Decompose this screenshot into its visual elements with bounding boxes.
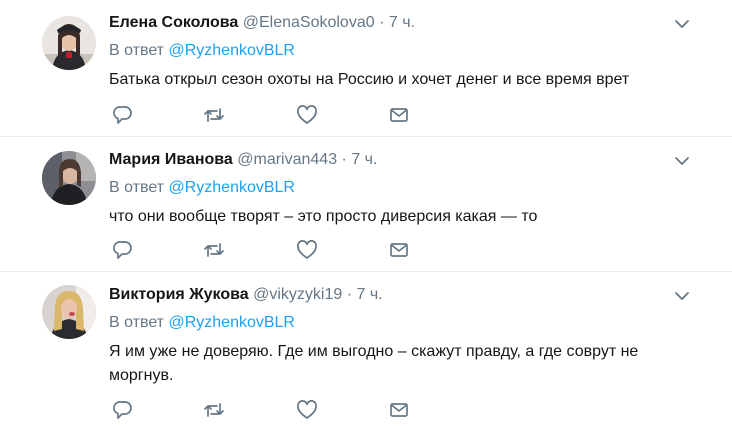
tweet-actions	[109, 239, 429, 261]
retweet-icon[interactable]	[203, 104, 225, 126]
tweet-header: Елена Соколова @ElenaSokolova0 · 7 ч.	[109, 12, 415, 34]
timestamp[interactable]: 7 ч.	[356, 286, 382, 303]
retweet-icon[interactable]	[203, 239, 225, 261]
tweet-actions	[109, 104, 429, 126]
display-name[interactable]: Мария Иванова	[109, 151, 233, 168]
user-handle[interactable]: @vikyzyki19	[253, 286, 342, 303]
chevron-down-icon[interactable]	[674, 153, 690, 169]
heart-icon[interactable]	[296, 399, 318, 421]
reply-icon[interactable]	[111, 239, 133, 261]
reply-prefix: В ответ	[109, 179, 165, 196]
avatar[interactable]	[42, 16, 96, 70]
chevron-down-icon[interactable]	[674, 288, 690, 304]
user-handle[interactable]: @ElenaSokolova0	[243, 14, 375, 31]
envelope-icon[interactable]	[388, 239, 410, 261]
user-handle[interactable]: @marivan443	[237, 151, 337, 168]
tweet[interactable]: Виктория Жукова @vikyzyki19 · 7 ч. В отв…	[0, 272, 732, 422]
display-name[interactable]: Виктория Жукова	[109, 286, 249, 303]
mention-link[interactable]: @RyzhenkovBLR	[168, 42, 295, 59]
tweet-header: Виктория Жукова @vikyzyki19 · 7 ч.	[109, 284, 383, 306]
retweet-icon[interactable]	[203, 399, 225, 421]
timestamp[interactable]: 7 ч.	[351, 151, 377, 168]
reply-context: В ответ @RyzhenkovBLR	[109, 40, 295, 62]
avatar[interactable]	[42, 151, 96, 205]
reply-context: В ответ @RyzhenkovBLR	[109, 177, 295, 199]
envelope-icon[interactable]	[388, 399, 410, 421]
tweet[interactable]: Мария Иванова @marivan443 · 7 ч. В ответ…	[0, 137, 732, 272]
separator-dot: ·	[346, 286, 353, 303]
reply-icon[interactable]	[111, 399, 133, 421]
tweet-text: Батька открыл сезон охоты на Россию и хо…	[109, 71, 630, 88]
chevron-down-icon[interactable]	[674, 16, 690, 32]
timestamp[interactable]: 7 ч.	[389, 14, 415, 31]
display-name[interactable]: Елена Соколова	[109, 14, 238, 31]
reply-prefix: В ответ	[109, 314, 165, 331]
heart-icon[interactable]	[296, 239, 318, 261]
avatar[interactable]	[42, 285, 96, 339]
tweet-header: Мария Иванова @marivan443 · 7 ч.	[109, 149, 377, 171]
envelope-icon[interactable]	[388, 104, 410, 126]
reply-prefix: В ответ	[109, 42, 165, 59]
reply-icon[interactable]	[111, 104, 133, 126]
tweet-text: Я им уже не доверяю. Где им выгодно – ск…	[109, 343, 639, 384]
separator-dot: ·	[341, 151, 347, 168]
reply-context: В ответ @RyzhenkovBLR	[109, 312, 295, 334]
tweet-text: что они вообще творят – это просто дивер…	[109, 208, 538, 225]
mention-link[interactable]: @RyzhenkovBLR	[168, 314, 295, 331]
reply-feed: Елена Соколова @ElenaSokolova0 · 7 ч. В …	[0, 0, 732, 422]
heart-icon[interactable]	[296, 104, 318, 126]
mention-link[interactable]: @RyzhenkovBLR	[168, 179, 295, 196]
tweet-actions	[109, 399, 429, 421]
separator-dot: ·	[379, 14, 385, 31]
tweet[interactable]: Елена Соколова @ElenaSokolova0 · 7 ч. В …	[0, 0, 732, 137]
